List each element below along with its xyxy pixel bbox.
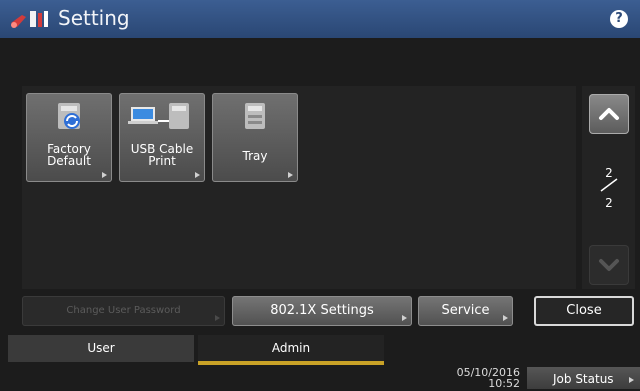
wrench-printer-icon bbox=[11, 11, 48, 28]
button-label: Job Status bbox=[553, 372, 614, 386]
factory-reset-icon bbox=[58, 103, 80, 129]
date-time: 05/10/2016 10:52 bbox=[440, 367, 520, 389]
page-separator bbox=[600, 178, 618, 192]
button-label: Change User Password bbox=[66, 305, 181, 316]
scroll-up-button[interactable] bbox=[589, 94, 629, 134]
tile-usb-cable-print[interactable]: USB Cable Print bbox=[119, 93, 205, 182]
service-button[interactable]: Service bbox=[418, 296, 513, 326]
help-button[interactable]: ? bbox=[610, 10, 628, 28]
page-title: Setting bbox=[58, 6, 130, 30]
title-bar: Setting ? bbox=[0, 0, 640, 38]
usb-laptop-printer-icon bbox=[128, 103, 189, 129]
page-total: 2 bbox=[605, 196, 613, 210]
tile-tray[interactable]: Tray bbox=[212, 93, 298, 182]
tile-factory-default[interactable]: Factory Default bbox=[26, 93, 112, 182]
button-label: 802.1X Settings bbox=[270, 303, 374, 318]
expand-arrow-icon bbox=[288, 172, 293, 178]
time-text: 10:52 bbox=[488, 377, 520, 390]
message-strip bbox=[0, 38, 640, 80]
tile-label: Factory Default bbox=[47, 142, 91, 168]
expand-arrow-icon bbox=[102, 172, 107, 178]
scroll-down-button[interactable] bbox=[589, 245, 629, 285]
chevron-up-icon bbox=[599, 108, 619, 120]
expand-arrow-icon bbox=[503, 315, 508, 321]
printer-tray-icon bbox=[245, 103, 265, 129]
job-status-button[interactable]: Job Status bbox=[527, 367, 640, 389]
tab-user[interactable]: User bbox=[8, 335, 194, 362]
button-label: Service bbox=[441, 303, 490, 318]
active-tab-indicator bbox=[198, 361, 384, 365]
expand-arrow-icon bbox=[402, 315, 407, 321]
chevron-down-icon bbox=[599, 259, 619, 271]
expand-arrow-icon bbox=[215, 315, 220, 321]
expand-arrow-icon bbox=[195, 172, 200, 178]
change-user-password-button: Change User Password bbox=[22, 296, 225, 326]
tile-label: Tray bbox=[242, 149, 268, 163]
802-1x-settings-button[interactable]: 802.1X Settings bbox=[232, 296, 412, 326]
expand-arrow-icon bbox=[629, 377, 634, 383]
tile-label: USB Cable Print bbox=[130, 142, 194, 168]
tab-admin[interactable]: Admin bbox=[198, 335, 384, 361]
close-button[interactable]: Close bbox=[534, 296, 634, 326]
